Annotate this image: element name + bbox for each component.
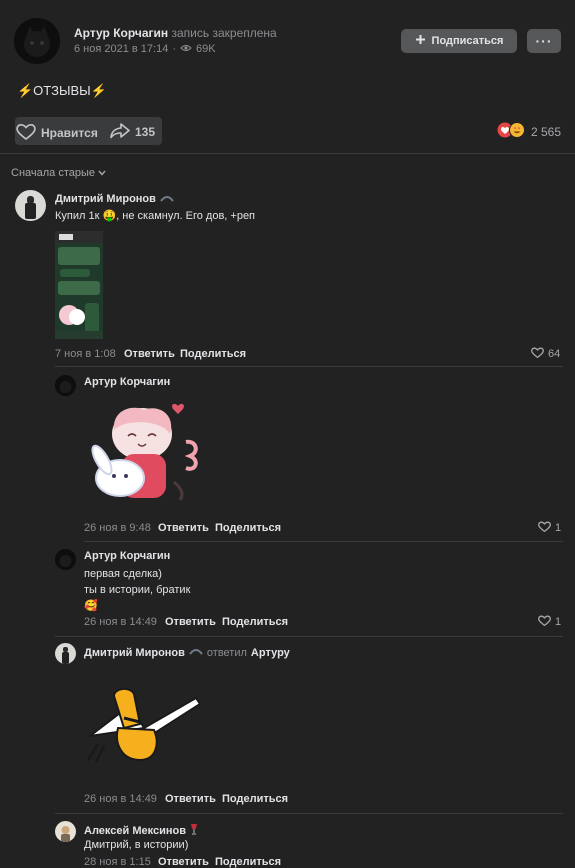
reply-text: Дмитрий, в истории) [84, 839, 189, 851]
reactions-count: 2 565 [531, 124, 562, 139]
reply-author[interactable]: Артур Корчагин [84, 376, 170, 388]
divider [55, 636, 563, 637]
more-icon: ··· [535, 33, 553, 49]
heart-icon [538, 521, 551, 535]
reply-avatar[interactable] [55, 643, 76, 664]
subscribe-label: Подписаться [431, 35, 504, 47]
share-comment-button[interactable]: Поделиться [222, 616, 288, 628]
sort-dropdown[interactable]: Сначала старые [11, 167, 106, 179]
like-label: Нравится [41, 126, 98, 140]
reply-avatar[interactable] [55, 549, 76, 570]
comment-author-line: Дмитрий Миронов [55, 192, 174, 206]
reply-button[interactable]: Ответить [165, 793, 216, 805]
reply-button[interactable]: Ответить [158, 522, 209, 534]
wine-glass-icon [190, 823, 198, 838]
post-header-line: Артур Корчагин запись закреплена [74, 26, 277, 40]
reply-date[interactable]: 26 ноя в 14:49 [84, 616, 157, 628]
reply-author[interactable]: Дмитрий Миронов [84, 647, 185, 659]
subscribe-button[interactable]: Подписаться [401, 29, 517, 53]
reply-text-line: первая сделка) [84, 568, 162, 580]
comment-avatar[interactable] [15, 190, 46, 221]
reply-date[interactable]: 28 ноя в 1:15 [84, 856, 151, 868]
dab-sticker[interactable] [84, 684, 202, 764]
share-count: 135 [135, 125, 156, 139]
chevron-down-icon [98, 167, 106, 179]
post-date[interactable]: 6 ноя 2021 в 17:14 [74, 43, 168, 55]
share-comment-button[interactable]: Поделиться [215, 522, 281, 534]
reactions[interactable]: 2 565 [497, 122, 561, 141]
reply-author[interactable]: Артур Корчагин [84, 550, 170, 562]
comment-text: Купил 1к 🤑, не скамнул. Его дов, +реп [55, 210, 256, 222]
eye-icon [180, 43, 192, 55]
reply-avatar[interactable] [55, 375, 76, 396]
reply-text-line: ты в истории, братик [84, 584, 191, 596]
heart-icon [538, 615, 551, 629]
post-author-name[interactable]: Артур Корчагин [74, 26, 168, 40]
post-text: ⚡ОТЗЫВЫ⚡ [17, 83, 107, 98]
comment-like-button[interactable]: 64 [531, 347, 560, 361]
reply-like-button[interactable]: 1 [538, 521, 561, 535]
comment-author[interactable]: Дмитрий Миронов [55, 193, 156, 205]
divider [55, 813, 563, 814]
sort-label: Сначала старые [11, 167, 96, 179]
reply-avatar[interactable] [55, 821, 76, 842]
divider [84, 541, 563, 542]
pinned-note: запись закреплена [171, 26, 277, 40]
badge-icon [189, 647, 203, 659]
like-button[interactable]: Нравится [16, 123, 98, 143]
reply-date[interactable]: 26 ноя в 14:49 [84, 793, 157, 805]
post-meta: 6 ноя 2021 в 17:14 · 69K [74, 43, 216, 55]
heart-icon [16, 123, 36, 143]
reply-button[interactable]: Ответить [165, 616, 216, 628]
reply-text: первая сделка) ты в истории, братик 🥰 [84, 566, 190, 614]
share-comment-button[interactable]: Поделиться [180, 348, 246, 360]
reply-button[interactable]: Ответить [124, 348, 175, 360]
comment-like-count: 64 [548, 348, 561, 360]
divider [55, 366, 563, 367]
heart-icon [531, 347, 544, 361]
badge-icon [160, 192, 174, 206]
share-comment-button[interactable]: Поделиться [215, 856, 281, 868]
more-button[interactable]: ··· [527, 29, 561, 53]
screenshot-attachment[interactable] [55, 231, 103, 339]
replied-to[interactable]: Артуру [251, 647, 290, 659]
heart-eyes-reaction-icon [509, 122, 525, 141]
reply-like-count: 1 [555, 616, 562, 628]
share-icon [110, 122, 130, 142]
post-views: 69K [196, 43, 216, 55]
reply-date[interactable]: 26 ноя в 9:48 [84, 522, 151, 534]
post-author-avatar[interactable] [14, 18, 60, 64]
anime-sticker[interactable] [82, 400, 204, 506]
reply-button[interactable]: Ответить [158, 856, 209, 868]
reply-author[interactable]: Алексей Мексинов [84, 825, 186, 837]
reply-author-line: Алексей Мексинов [84, 823, 198, 838]
replied-text: ответил [206, 647, 247, 659]
plus-icon [415, 34, 426, 48]
reply-like-count: 1 [555, 522, 562, 534]
share-comment-button[interactable]: Поделиться [222, 793, 288, 805]
share-button[interactable]: 135 [110, 122, 155, 142]
comment-date[interactable]: 7 ноя в 1:08 [55, 348, 116, 360]
reply-like-button[interactable]: 1 [538, 615, 561, 629]
divider [0, 153, 575, 154]
reply-text-line: 🥰 [84, 600, 98, 612]
reply-author-line: Дмитрий Миронов ответил Артуру [84, 647, 290, 659]
